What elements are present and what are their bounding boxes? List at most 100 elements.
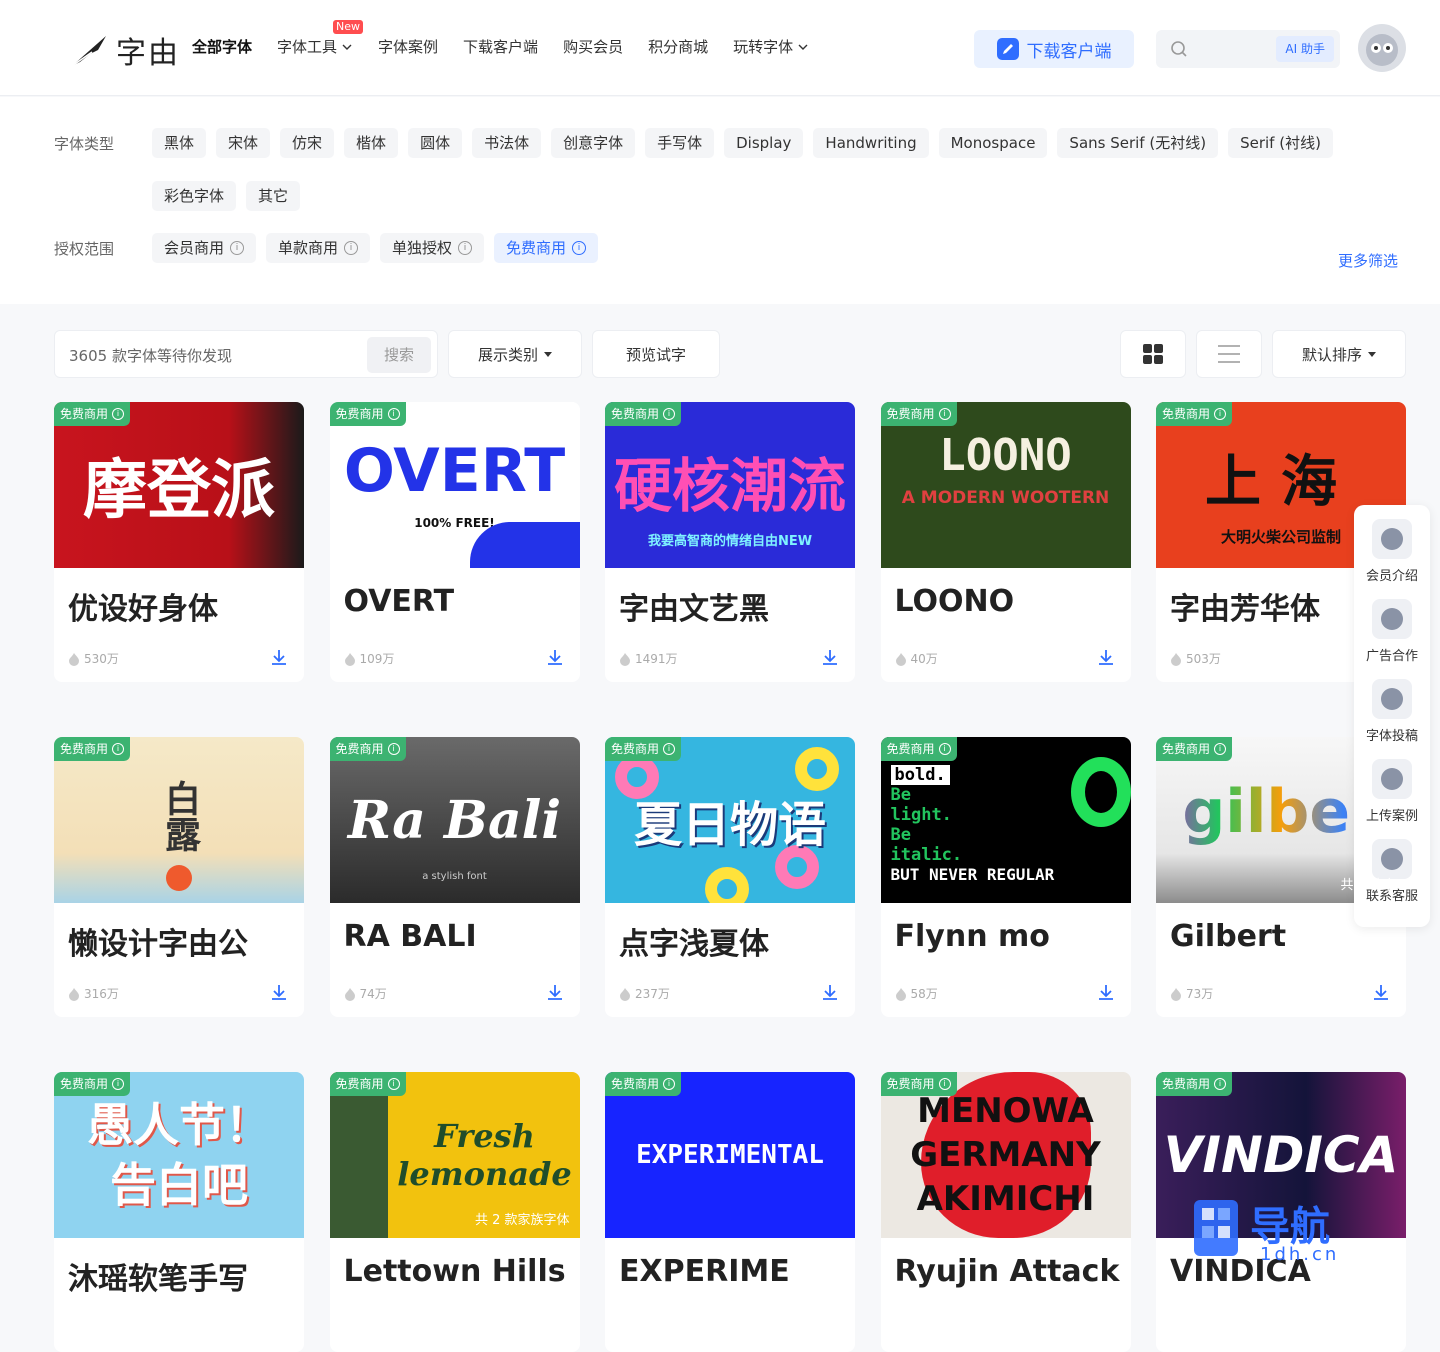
download-icon[interactable] <box>546 983 564 1001</box>
tag-label: 免费商用 <box>611 742 660 756</box>
font-preview-image[interactable]: 白露 免费商用 i <box>54 737 304 903</box>
free-commercial-tag: 免费商用 i <box>329 402 406 426</box>
download-icon[interactable] <box>1097 648 1115 666</box>
nav-points-mall[interactable]: 积分商城 <box>648 36 708 57</box>
license-chip[interactable]: 单款商用 i <box>266 233 371 263</box>
header-search[interactable]: AI 助手 <box>1156 30 1340 68</box>
download-icon[interactable] <box>821 648 839 666</box>
filter-chip[interactable]: Serif (衬线) <box>1228 128 1333 158</box>
download-client-button[interactable]: 下载客户端 <box>974 30 1134 68</box>
info-icon: i <box>1214 1078 1227 1090</box>
filter-chip[interactable]: 宋体 <box>216 128 271 158</box>
hot-count: 1491万 <box>619 650 678 667</box>
license-label: 授权范围 <box>54 239 115 258</box>
font-card[interactable]: 硬核潮流 我要高智商的情绪自由NEW 免费商用 i 字由文艺黑 1491万 <box>605 402 855 682</box>
more-filters-link[interactable]: 更多筛选 <box>1338 250 1398 271</box>
sort-dropdown[interactable]: 默认排序 <box>1272 330 1406 378</box>
hot-count: 58万 <box>895 985 938 1002</box>
tag-label: 免费商用 <box>335 742 384 756</box>
font-preview-image[interactable]: 摩登派 免费商用 i <box>54 402 304 568</box>
site-logo[interactable]: 字由 <box>70 28 180 72</box>
info-icon: i <box>344 241 359 255</box>
font-search-box[interactable]: 3605 款字体等待你发现 搜索 <box>54 330 438 378</box>
sidebar-item[interactable]: 字体投稿 <box>1354 679 1430 744</box>
font-name: Flynn mo <box>894 919 1050 954</box>
grid-view-button[interactable] <box>1120 330 1186 378</box>
filter-chip[interactable]: Monospace <box>938 128 1048 158</box>
font-card[interactable]: 夏日物语 免费商用 i 点字浅夏体 237万 <box>605 737 855 1017</box>
font-card[interactable]: Ra Bali a stylish font 免费商用 i RA BALI 74万 <box>329 737 580 1017</box>
nav-download-client[interactable]: 下载客户端 <box>463 36 538 57</box>
sidebar-item[interactable]: 联系客服 <box>1354 839 1430 904</box>
download-icon[interactable] <box>1097 983 1115 1001</box>
download-icon[interactable] <box>270 648 288 666</box>
free-commercial-tag: 免费商用 i <box>1156 1072 1233 1096</box>
font-card[interactable]: Fresh lemonade 共 2 款家族字体 免费商用 i Lettown Hill… <box>329 1072 580 1352</box>
hot-count: 109万 <box>344 650 394 667</box>
filter-chip[interactable]: Handwriting <box>813 128 929 158</box>
sidebar-item[interactable]: 会员介绍 <box>1354 519 1430 584</box>
download-icon[interactable] <box>821 983 839 1001</box>
font-card[interactable]: 白露 免费商用 i 懒设计字由公 316万 <box>54 737 304 1017</box>
search-input[interactable]: 3605 款字体等待你发现 <box>69 345 232 366</box>
download-icon[interactable] <box>1372 983 1390 1001</box>
ai-assistant-button[interactable]: AI 助手 <box>1276 36 1334 62</box>
font-preview-image[interactable]: 夏日物语 免费商用 i <box>605 737 855 903</box>
filter-chip[interactable]: Sans Serif (无衬线) <box>1057 128 1219 158</box>
nav-font-tools[interactable]: 字体工具 New <box>277 20 364 57</box>
download-icon[interactable] <box>546 648 564 666</box>
filter-chip[interactable]: Display <box>724 128 804 158</box>
license-chip[interactable]: 会员商用 i <box>152 233 257 263</box>
hot-count-value: 58万 <box>910 987 938 1001</box>
avatar[interactable] <box>1358 24 1406 72</box>
sidebar-item[interactable]: 上传案例 <box>1354 759 1430 824</box>
nav-play-fonts[interactable]: 玩转字体 <box>733 36 809 57</box>
grid-icon <box>1143 344 1163 364</box>
filter-chip[interactable]: 楷体 <box>344 128 399 158</box>
filter-chip[interactable]: 圆体 <box>408 128 463 158</box>
hot-count-value: 74万 <box>359 987 387 1001</box>
font-preview-image[interactable]: LOONO A MODERN WOOTERN 免费商用 i <box>880 402 1131 568</box>
font-preview-image[interactable]: Fresh lemonade 共 2 款家族字体 免费商用 i <box>329 1072 580 1238</box>
font-preview-image[interactable]: EXPERIMENTAL 免费商用 i <box>605 1072 855 1238</box>
category-dropdown[interactable]: 展示类别 <box>448 330 582 378</box>
sidebar-item[interactable]: 广告合作 <box>1354 599 1430 664</box>
preview-subtext: 我要高智商的情绪自由NEW <box>647 534 813 549</box>
preview-text-button[interactable]: 预览试字 <box>592 330 720 378</box>
license-chip[interactable]: 免费商用 i <box>494 233 599 263</box>
info-icon: i <box>663 1078 676 1090</box>
font-card[interactable]: bold. Be light. Be italic. BUT NEVER REGULAR 免… <box>880 737 1131 1017</box>
list-icon <box>1218 345 1240 363</box>
font-card[interactable]: MENOWA GERMANY AKIMICHI 免费商用 i Ryujin Attac… <box>880 1072 1131 1352</box>
font-card[interactable]: LOONO A MODERN WOOTERN 免费商用 i LOONO 40万 <box>880 402 1131 682</box>
filter-chip[interactable]: 彩色字体 <box>152 181 237 211</box>
nav-font-cases[interactable]: 字体案例 <box>378 36 438 57</box>
font-card[interactable]: OVERT 100% FREE! 免费商用 i OVERT 109万 <box>329 402 580 682</box>
license-chip[interactable]: 单独授权 i <box>380 233 485 263</box>
list-view-button[interactable] <box>1196 330 1262 378</box>
info-icon: i <box>112 408 125 420</box>
filter-chip[interactable]: 黑体 <box>152 128 207 158</box>
filter-chip[interactable]: 书法体 <box>472 128 542 158</box>
font-card[interactable]: EXPERIMENTAL 免费商用 i EXPERIME <box>605 1072 855 1352</box>
font-card[interactable]: 愚人节！告白吧 免费商用 i 沐瑶软笔手写 <box>54 1072 304 1352</box>
filter-chip[interactable]: 其它 <box>246 181 301 211</box>
filter-chip[interactable]: 手写体 <box>645 128 715 158</box>
font-preview-image[interactable]: OVERT 100% FREE! 免费商用 i <box>329 402 580 568</box>
font-preview-image[interactable]: 硬核潮流 我要高智商的情绪自由NEW 免费商用 i <box>605 402 855 568</box>
nav-buy-membership[interactable]: 购买会员 <box>563 36 623 57</box>
chevron-down-icon <box>342 44 352 50</box>
font-preview-image[interactable]: MENOWA GERMANY AKIMICHI 免费商用 i <box>880 1072 1131 1238</box>
font-preview-image[interactable]: 愚人节！告白吧 免费商用 i <box>54 1072 304 1238</box>
nav-all-fonts[interactable]: 全部字体 <box>192 36 252 57</box>
font-preview-image[interactable]: bold. Be light. Be italic. BUT NEVER REGULAR 免… <box>880 737 1131 903</box>
filter-chip[interactable]: 仿宋 <box>280 128 335 158</box>
download-icon[interactable] <box>270 983 288 1001</box>
font-card[interactable]: 摩登派 免费商用 i 优设好身体 530万 <box>54 402 304 682</box>
filter-chip[interactable]: 创意字体 <box>551 128 636 158</box>
free-commercial-tag: 免费商用 i <box>1156 737 1233 761</box>
font-preview-image[interactable]: Ra Bali a stylish font 免费商用 i <box>329 737 580 903</box>
search-button[interactable]: 搜索 <box>367 337 431 373</box>
info-icon: i <box>387 408 400 420</box>
hot-count: 530万 <box>68 650 119 667</box>
